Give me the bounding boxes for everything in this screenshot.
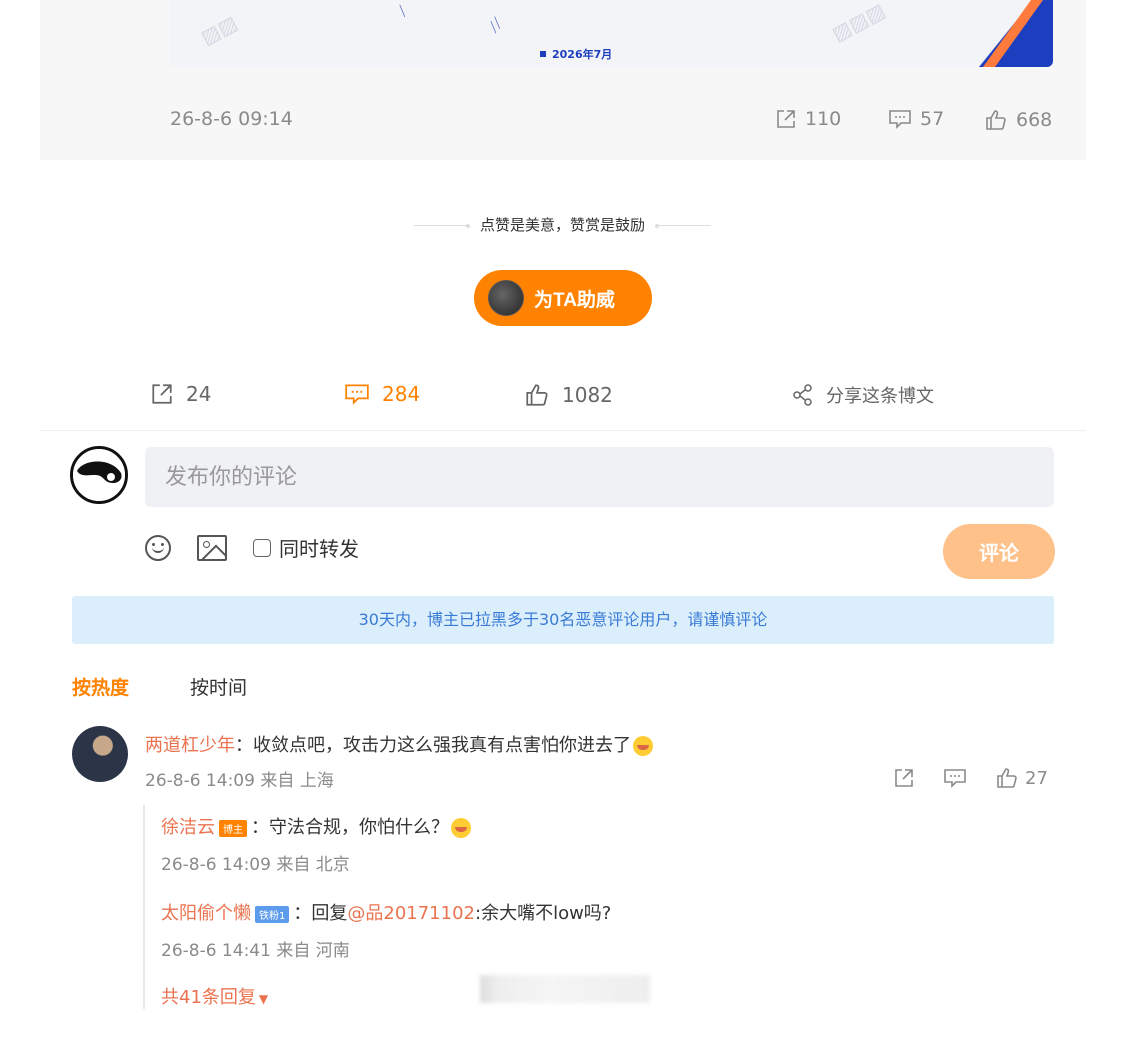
share-action[interactable]: 分享这条博文 bbox=[792, 382, 934, 408]
chart-legend: 2026年7月 bbox=[540, 46, 612, 62]
corner-graphic bbox=[979, 0, 1053, 67]
tab-sort-time[interactable]: 按时间 bbox=[190, 673, 247, 700]
repost-count: 110 bbox=[805, 108, 842, 130]
reply-username[interactable]: 太阳偷个懒 bbox=[161, 903, 251, 924]
repost-icon bbox=[777, 110, 795, 128]
author-avatar bbox=[488, 280, 524, 316]
repost-checkbox[interactable]: 同时转发 bbox=[253, 533, 359, 562]
legend-swatch bbox=[540, 51, 546, 57]
thumbs-up-icon bbox=[986, 110, 1006, 130]
comment-body: 两道杠少年：收敛点吧，攻击力这么强我真有点害怕你进去了 bbox=[145, 731, 653, 757]
support-button[interactable]: 为TA助威 bbox=[474, 270, 652, 326]
my-avatar[interactable] bbox=[70, 446, 128, 504]
share-label: 分享这条博文 bbox=[826, 386, 934, 407]
divider-line bbox=[655, 223, 711, 228]
reply-icon[interactable] bbox=[943, 767, 967, 789]
comment-like[interactable]: 27 bbox=[995, 766, 1048, 790]
reply-meta: 26-8-6 14:09 来自 北京 bbox=[161, 855, 350, 875]
grin-emoji-icon bbox=[451, 818, 471, 838]
comment-icon bbox=[345, 384, 369, 405]
comment-action[interactable]: 284 bbox=[344, 382, 420, 406]
thumbs-up-icon bbox=[526, 384, 548, 406]
reply-item: 徐洁云 博主 ：守法合规，你怕什么？ bbox=[161, 813, 471, 839]
chart-fragment: ╱ bbox=[396, 5, 410, 18]
mention-link[interactable]: @品20171102 bbox=[347, 903, 475, 924]
commenter-avatar[interactable] bbox=[72, 726, 128, 782]
loading-placeholder bbox=[480, 975, 650, 1003]
post-timestamp[interactable]: 26-8-6 09:14 bbox=[170, 108, 293, 130]
reply-text-suffix: :余大嘴不low吗? bbox=[475, 903, 612, 924]
reply-text: ：守法合规，你怕什么？ bbox=[251, 817, 449, 838]
reply-username[interactable]: 徐洁云 bbox=[161, 817, 215, 838]
author-badge: 博主 bbox=[219, 819, 247, 837]
comment-count: 57 bbox=[920, 108, 945, 130]
laugh-cry-emoji-icon bbox=[633, 736, 653, 756]
divider bbox=[40, 430, 1086, 431]
comment-like-count: 27 bbox=[1025, 767, 1048, 789]
legend-label: 2026年7月 bbox=[552, 48, 613, 61]
reply-text-prefix: ：回复 bbox=[293, 903, 348, 924]
like-stat[interactable]: 668 bbox=[984, 108, 1052, 132]
repost-count: 24 bbox=[186, 382, 212, 406]
emoji-icon[interactable] bbox=[145, 534, 171, 561]
caret-down-icon: ▼ bbox=[258, 992, 269, 1006]
like-action[interactable]: 1082 bbox=[524, 382, 613, 408]
post-image[interactable]: ▨▨ ▨▨▨ ╱ ╱╱ 2026年7月 bbox=[170, 0, 1053, 67]
chart-fragment: ╱╱ bbox=[487, 17, 505, 34]
comment-input[interactable] bbox=[145, 447, 1054, 507]
blacklist-notice: 30天内，博主已拉黑多于30名恶意评论用户，请谨慎评论 bbox=[72, 596, 1054, 644]
support-button-label: 为TA助威 bbox=[534, 289, 615, 311]
repost-action[interactable]: 24 bbox=[150, 382, 211, 406]
commenter-name[interactable]: 两道杠少年 bbox=[145, 735, 235, 756]
composer-toolbar: 同时转发 bbox=[145, 533, 359, 562]
comment-count: 284 bbox=[382, 382, 421, 406]
comment-meta: 26-8-6 14:09 来自 上海 bbox=[145, 771, 334, 791]
panda-avatar-icon bbox=[73, 449, 125, 501]
tab-sort-hot[interactable]: 按热度 bbox=[72, 673, 129, 700]
fan-badge: 铁粉1 bbox=[255, 905, 290, 923]
share-icon bbox=[793, 384, 812, 406]
watermark: ▨▨▨ bbox=[827, 0, 890, 46]
more-replies-label: 共41条回复 bbox=[161, 987, 256, 1008]
thumbs-up-icon bbox=[997, 768, 1017, 788]
like-count: 1082 bbox=[562, 383, 613, 407]
comment-text: ：收敛点吧，攻击力这么强我真有点害怕你进去了 bbox=[235, 735, 631, 756]
watermark: ▨▨ bbox=[196, 10, 242, 50]
comment-actions: 27 bbox=[893, 766, 1048, 790]
repost-icon[interactable] bbox=[893, 767, 915, 789]
divider-line bbox=[413, 223, 470, 228]
more-replies-link[interactable]: 共41条回复 ▼ bbox=[161, 983, 268, 1009]
submit-comment-button[interactable]: 评论 bbox=[943, 524, 1055, 579]
reply-meta: 26-8-6 14:41 来自 河南 bbox=[161, 941, 350, 961]
repost-icon bbox=[152, 384, 172, 404]
tagline-text: 点赞是美意，赞赏是鼓励 bbox=[479, 216, 645, 234]
checkbox-box[interactable] bbox=[253, 538, 271, 557]
repost-checkbox-label: 同时转发 bbox=[279, 537, 359, 561]
image-icon[interactable] bbox=[197, 534, 227, 561]
repost-stat[interactable]: 110 bbox=[775, 108, 841, 130]
reward-tagline: 点赞是美意，赞赏是鼓励 bbox=[0, 214, 1125, 235]
comment-icon bbox=[889, 110, 911, 129]
like-count: 668 bbox=[1016, 109, 1053, 131]
reply-item: 太阳偷个懒 铁粉1 ：回复@品20171102:余大嘴不low吗? bbox=[161, 899, 611, 925]
comment-stat[interactable]: 57 bbox=[888, 108, 944, 130]
